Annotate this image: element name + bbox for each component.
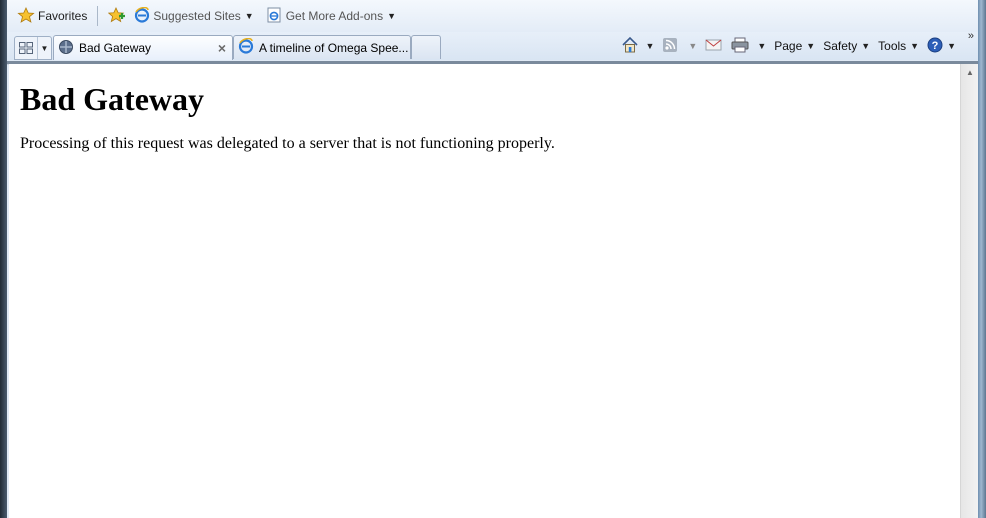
mail-icon — [705, 38, 723, 55]
page-menu-label: Page — [774, 39, 803, 53]
page-menu[interactable]: Page ▼ — [774, 39, 815, 53]
add-to-favorites-bar-button[interactable] — [104, 5, 130, 27]
feeds-button[interactable]: ▼ — [662, 37, 697, 56]
svg-text:?: ? — [932, 40, 939, 52]
chevron-down-icon: ▼ — [910, 41, 920, 51]
scroll-up-arrow-icon[interactable]: ▲ — [966, 68, 974, 77]
help-icon: ? — [927, 37, 943, 56]
vertical-scrollbar[interactable]: ▲ — [960, 64, 978, 518]
browser-window: Favorites Suggested Sites ▼ Get More Add… — [7, 0, 978, 518]
error-page-icon — [58, 39, 74, 58]
tools-menu-label: Tools — [878, 39, 907, 53]
chevron-down-icon[interactable]: ▼ — [757, 41, 766, 51]
tab-title: A timeline of Omega Spee... — [259, 40, 409, 55]
chevron-down-icon: ▼ — [861, 41, 871, 51]
suggested-sites-label: Suggested Sites — [153, 9, 241, 23]
command-bar: ▼ ▼ ▼ Page ▼ Safety ▼ Tools ▼ ? ▼ » — [621, 30, 978, 60]
window-left-edge — [0, 0, 7, 518]
close-tab-icon[interactable]: × — [218, 40, 226, 56]
window-right-edge — [978, 0, 986, 518]
feeds-icon — [662, 37, 678, 56]
divider — [97, 6, 99, 26]
ie-logo-icon — [134, 6, 150, 26]
chevron-down-icon: ▼ — [806, 41, 816, 51]
quick-tabs-button[interactable]: ▼ — [14, 36, 52, 60]
safety-menu[interactable]: Safety ▼ — [823, 39, 870, 53]
web-page-content: Bad Gateway Processing of this request w… — [9, 64, 960, 518]
read-mail-button[interactable] — [705, 38, 723, 55]
page-ie-icon — [266, 7, 282, 26]
toolbar-overflow-chevron-icon[interactable]: » — [968, 30, 974, 42]
chevron-down-icon: ▼ — [244, 11, 254, 21]
tab-title: Bad Gateway — [79, 41, 152, 55]
favorites-star-icon — [17, 6, 35, 26]
help-menu[interactable]: ? ▼ — [927, 37, 956, 56]
home-icon — [621, 36, 639, 57]
chevron-down-icon: ▼ — [387, 11, 396, 21]
get-more-addons-label: Get More Add-ons — [285, 9, 384, 23]
new-tab-button[interactable] — [411, 35, 441, 59]
tab-omega-timeline[interactable]: A timeline of Omega Spee... — [233, 35, 411, 59]
favorites-button[interactable]: Favorites — [13, 5, 91, 27]
chevron-down-icon[interactable]: ▼ — [688, 41, 697, 51]
error-message: Processing of this request was delegated… — [20, 135, 555, 152]
tools-menu[interactable]: Tools ▼ — [878, 39, 919, 53]
suggested-sites-link[interactable]: Suggested Sites ▼ — [130, 5, 257, 27]
favorites-bar: Favorites Suggested Sites ▼ Get More Add… — [7, 0, 978, 32]
add-favorites-icon — [108, 6, 126, 26]
tab-list-dropdown[interactable]: ▼ — [38, 44, 51, 53]
safety-menu-label: Safety — [823, 39, 858, 53]
ie-logo-icon — [238, 37, 254, 57]
tab-row: ▼ Bad Gateway × A timeline of Omega Spee… — [7, 30, 978, 60]
page-heading: Bad Gateway — [20, 81, 204, 117]
get-more-addons-link[interactable]: Get More Add-ons ▼ — [262, 5, 400, 27]
quick-tabs-icon[interactable] — [15, 37, 38, 59]
tab-bad-gateway[interactable]: Bad Gateway × — [53, 35, 233, 60]
chevron-down-icon: ▼ — [947, 41, 956, 51]
print-button[interactable]: ▼ — [731, 37, 766, 56]
chevron-down-icon[interactable]: ▼ — [645, 41, 654, 51]
print-icon — [731, 37, 749, 56]
home-button[interactable]: ▼ — [621, 36, 654, 57]
favorites-label: Favorites — [38, 9, 88, 23]
